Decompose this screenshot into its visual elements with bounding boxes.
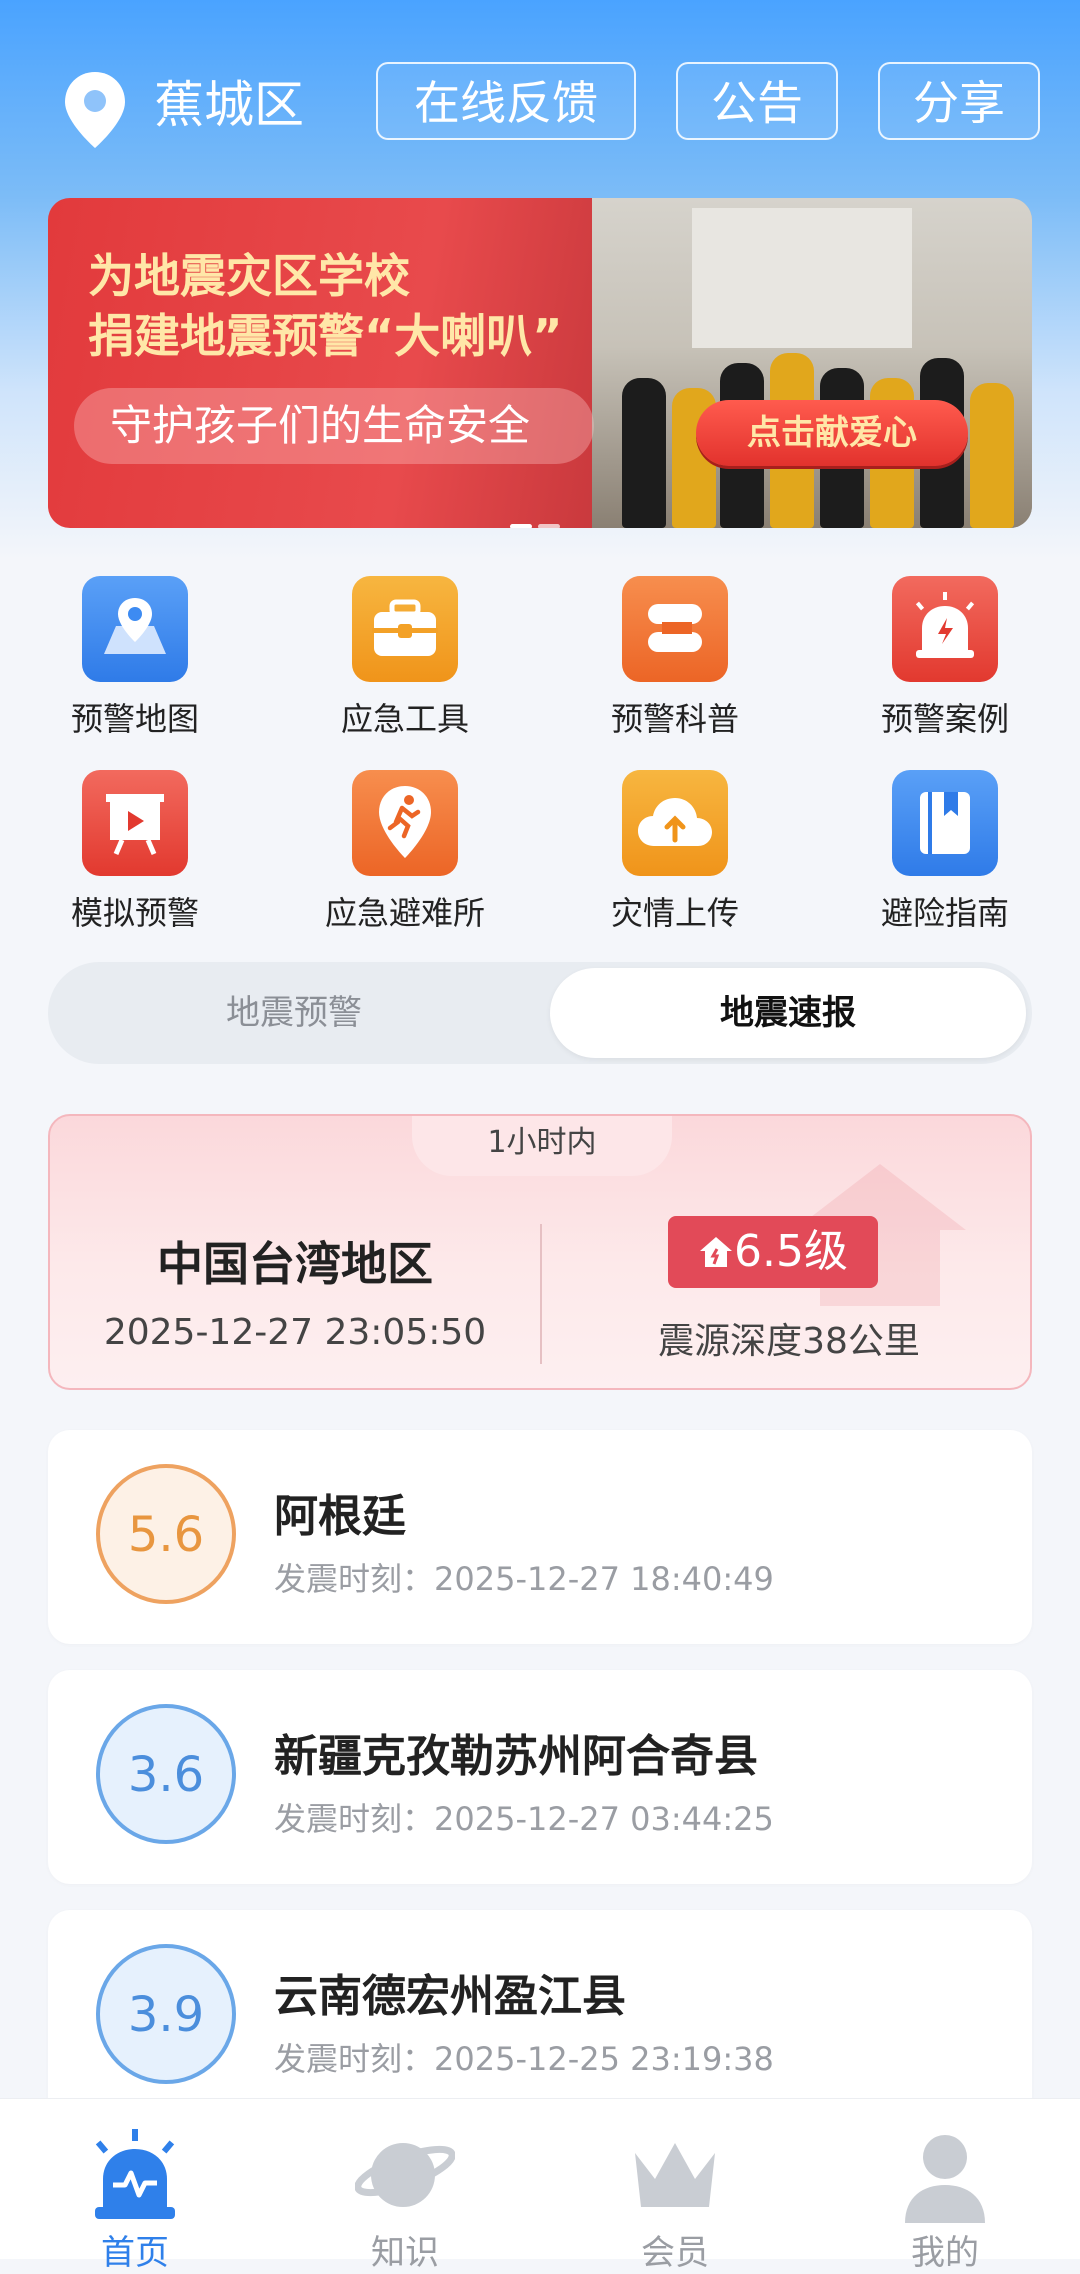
grid-label: 应急避难所: [324, 894, 485, 932]
donation-banner[interactable]: 为地震灾区学校 捐建地震预警“大喇叭” 守护孩子们的生命安全 点击献爱心: [48, 198, 1032, 528]
tab-earthquake-report[interactable]: 地震速报: [550, 968, 1026, 1058]
grid-item-safety-guide[interactable]: 避险指南: [830, 770, 1060, 934]
grid-item-simulated-warning[interactable]: 模拟预警: [20, 770, 250, 934]
cloud-upload-icon: [622, 770, 728, 876]
featured-region: 中国台湾地区: [157, 1237, 433, 1291]
grid-item-disaster-upload[interactable]: 灾情上传: [560, 770, 790, 934]
alarm-icon: [892, 576, 998, 682]
featured-depth: 震源深度38公里: [658, 1321, 920, 1362]
tab-earthquake-warning[interactable]: 地震预警: [48, 962, 540, 1064]
announcement-button[interactable]: 公告: [676, 62, 838, 140]
video-screen-icon: [82, 770, 188, 876]
banner-title-line2: 捐建地震预警“大喇叭”: [88, 309, 563, 363]
grid-item-emergency-tools[interactable]: 应急工具: [290, 576, 520, 740]
nav-profile[interactable]: 我的: [810, 2099, 1080, 2273]
grid-label: 模拟预警: [70, 894, 199, 932]
location-name[interactable]: 蕉城区: [154, 70, 304, 140]
alarm-home-icon: [85, 2123, 185, 2223]
divider: [540, 1224, 542, 1364]
nav-label: 知识: [371, 2233, 439, 2273]
quake-place: 云南德宏州盈江县: [274, 1971, 626, 2022]
bottom-nav: 首页 知识 会员 我的: [0, 2098, 1080, 2273]
donate-button[interactable]: 点击献爱心: [696, 400, 968, 466]
house-crack-icon: [700, 1237, 732, 1267]
quake-list-item[interactable]: 3.6 新疆克孜勒苏州阿合奇县 发震时刻：2025-12-27 03:44:25: [48, 1670, 1032, 1884]
location-pin-icon[interactable]: [62, 70, 128, 150]
nav-label: 首页: [101, 2233, 169, 2273]
quake-time: 发震时刻：2025-12-25 23:19:38: [274, 2040, 774, 2078]
toolbox-icon: [352, 576, 458, 682]
featured-time: 2025-12-27 23:05:50: [103, 1312, 487, 1353]
running-person-icon: [352, 770, 458, 876]
featured-quake-card[interactable]: 1小时内 中国台湾地区 2025-12-27 23:05:50 6.5级 震源深…: [48, 1114, 1032, 1390]
grid-label: 预警案例: [880, 700, 1009, 738]
magnitude-badge: 6.5级: [668, 1216, 878, 1288]
map-pin-icon: [82, 576, 188, 682]
grid-label: 灾情上传: [610, 894, 739, 932]
magnitude-circle: 3.9: [96, 1944, 236, 2084]
quake-segment-control: 地震预警 地震速报: [48, 962, 1032, 1064]
carousel-indicator: [510, 514, 570, 528]
grid-label: 预警科普: [610, 700, 739, 738]
nav-label: 我的: [911, 2233, 979, 2273]
nav-knowledge[interactable]: 知识: [270, 2099, 540, 2273]
user-icon: [895, 2123, 995, 2223]
grid-label: 应急工具: [340, 700, 469, 738]
quake-list-item[interactable]: 3.9 云南德宏州盈江县 发震时刻：2025-12-25 23:19:38: [48, 1910, 1032, 2124]
header: 蕉城区 在线反馈 公告 分享: [0, 58, 1080, 148]
magnitude-circle: 3.6: [96, 1704, 236, 1844]
quake-list-item[interactable]: 5.6 阿根廷 发震时刻：2025-12-27 18:40:49: [48, 1430, 1032, 1644]
guide-book-icon: [892, 770, 998, 876]
grid-label: 避险指南: [880, 894, 1009, 932]
grid-item-warning-science[interactable]: 预警科普: [560, 576, 790, 740]
banner-subtitle: 守护孩子们的生命安全: [74, 388, 594, 464]
feedback-button[interactable]: 在线反馈: [376, 62, 636, 140]
banner-title-line1: 为地震灾区学校: [88, 249, 410, 303]
nav-home[interactable]: 首页: [0, 2099, 270, 2273]
time-range-label: 1小时内: [412, 1116, 672, 1176]
book-icon: [622, 576, 728, 682]
nav-membership[interactable]: 会员: [540, 2099, 810, 2273]
quake-place: 阿根廷: [274, 1491, 406, 1542]
quake-time: 发震时刻：2025-12-27 18:40:49: [274, 1560, 774, 1598]
share-button[interactable]: 分享: [878, 62, 1040, 140]
quake-time: 发震时刻：2025-12-27 03:44:25: [274, 1800, 774, 1838]
nav-label: 会员: [641, 2233, 709, 2273]
grid-item-shelter[interactable]: 应急避难所: [290, 770, 520, 934]
planet-icon: [354, 2123, 456, 2223]
grid-item-warning-cases[interactable]: 预警案例: [830, 576, 1060, 740]
magnitude-value: 6.5级: [734, 1226, 848, 1277]
grid-label: 预警地图: [70, 700, 199, 738]
magnitude-circle: 5.6: [96, 1464, 236, 1604]
crown-icon: [625, 2123, 725, 2223]
grid-item-warning-map[interactable]: 预警地图: [20, 576, 250, 740]
banner-photo: [592, 198, 1032, 528]
quake-place: 新疆克孜勒苏州阿合奇县: [274, 1731, 758, 1782]
